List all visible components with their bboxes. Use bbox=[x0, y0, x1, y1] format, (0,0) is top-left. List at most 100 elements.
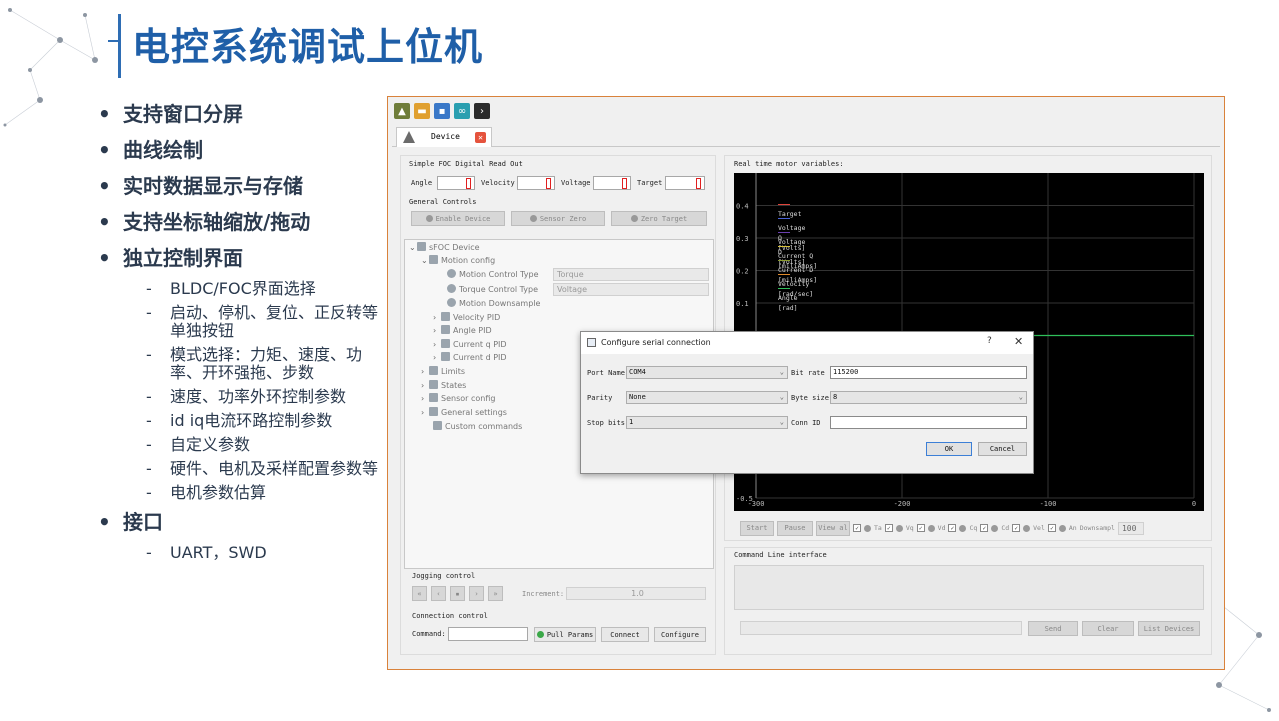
close-icon[interactable]: ✕ bbox=[475, 132, 486, 143]
sub-bullet-item: 自定义参数 bbox=[98, 436, 378, 455]
jog-back-icon[interactable]: ‹ bbox=[431, 586, 446, 601]
motion-control-select[interactable]: Torque bbox=[553, 268, 709, 281]
series-dot bbox=[895, 524, 903, 532]
device-icon bbox=[403, 131, 415, 143]
tab-device[interactable]: Device ✕ bbox=[396, 127, 492, 147]
send-button[interactable]: Send bbox=[1028, 621, 1078, 636]
parity-select[interactable]: None ⌄ bbox=[626, 391, 788, 404]
sub-bullet-item: 电机参数估算 bbox=[98, 484, 378, 503]
y-tick-label: 0.4 bbox=[736, 203, 749, 211]
target-label: Target bbox=[637, 179, 663, 187]
sub-bullet-item: 硬件、电机及采样配置参数等 bbox=[98, 460, 378, 479]
readout-title: Simple FOC Digital Read Out bbox=[409, 160, 523, 168]
help-icon[interactable]: ? bbox=[987, 336, 992, 346]
command-input[interactable] bbox=[448, 627, 528, 641]
jog-fast-forward-icon[interactable]: » bbox=[488, 586, 503, 601]
pull-params-button[interactable]: Pull Params bbox=[534, 627, 596, 642]
window-icon bbox=[587, 338, 596, 347]
clear-button[interactable]: Clear bbox=[1082, 621, 1134, 636]
downsample-label: Downsampl bbox=[1079, 524, 1115, 532]
arduino-icon[interactable]: ∞ bbox=[454, 103, 470, 119]
legend-swatch bbox=[778, 245, 790, 247]
connid-label: Conn ID bbox=[791, 419, 821, 427]
torque-control-select[interactable]: Voltage bbox=[553, 283, 709, 296]
connect-button[interactable]: Connect bbox=[601, 627, 649, 642]
tree-root[interactable]: ⌄ sFOC Device bbox=[409, 242, 480, 254]
checkbox[interactable]: ✓ bbox=[1012, 524, 1021, 532]
power-icon bbox=[425, 215, 433, 222]
sub-bullet-item: UART，SWD bbox=[98, 544, 378, 563]
chevron-down-icon: ⌄ bbox=[779, 418, 784, 426]
add-device-icon[interactable]: ▲ bbox=[394, 103, 410, 119]
y-tick-label: -0.5 bbox=[736, 495, 753, 503]
jog-fast-back-icon[interactable]: « bbox=[412, 586, 427, 601]
cli-title: Command Line interface bbox=[734, 551, 827, 559]
bytesize-select[interactable]: 8 ⌄ bbox=[830, 391, 1027, 404]
legend-item: Angle [rad] bbox=[778, 283, 798, 312]
tree-motion-downsample: Motion Downsample bbox=[447, 298, 540, 310]
increment-input[interactable]: 1.0 bbox=[566, 587, 706, 600]
jog-forward-icon[interactable]: › bbox=[469, 586, 484, 601]
tree-sensor-config[interactable]: › Sensor config bbox=[421, 393, 495, 405]
tree-custom-commands[interactable]: Custom commands bbox=[433, 421, 522, 433]
cli-input[interactable] bbox=[740, 621, 1022, 635]
stopbits-select[interactable]: 1 ⌄ bbox=[626, 416, 788, 429]
jog-buttons: « ‹ ▪ › » bbox=[412, 586, 503, 601]
checkbox[interactable]: ✓ bbox=[853, 524, 861, 532]
general-controls-title: General Controls bbox=[409, 198, 477, 206]
checkbox[interactable]: ✓ bbox=[1047, 524, 1056, 532]
legend-item: Voltage Q [Volts] bbox=[778, 213, 805, 252]
tree-motion-config[interactable]: ⌄ Motion config bbox=[421, 255, 495, 267]
tree-states[interactable]: › States bbox=[421, 380, 466, 392]
folder-icon bbox=[433, 421, 442, 430]
legend-swatch bbox=[778, 203, 790, 205]
save-icon[interactable]: ▪ bbox=[434, 103, 450, 119]
tree-current-q-pid[interactable]: › Current q PID bbox=[433, 339, 507, 351]
gear-icon bbox=[447, 284, 456, 293]
velocity-label: Velocity bbox=[481, 179, 515, 187]
chevron-down-icon: ⌄ bbox=[1018, 393, 1023, 401]
start-button[interactable]: Start bbox=[740, 520, 774, 536]
downsample-input[interactable]: 100 bbox=[1117, 521, 1144, 535]
tree-limits[interactable]: › Limits bbox=[421, 366, 465, 378]
cancel-button[interactable]: Cancel bbox=[978, 442, 1027, 456]
port-select[interactable]: COM4 ⌄ bbox=[626, 366, 788, 379]
legend-item: Velocity [rad/sec] bbox=[778, 269, 813, 298]
zero-target-button[interactable]: Zero Target bbox=[611, 211, 707, 226]
open-folder-icon[interactable]: ▬ bbox=[414, 103, 430, 119]
angle-label: Angle bbox=[411, 179, 433, 187]
plot-title: Real time motor variables: bbox=[734, 160, 844, 168]
legend-item: Voltage D [Volts] bbox=[778, 227, 805, 266]
serial-config-dialog: Configure serial connection ? ✕ Port Nam… bbox=[580, 331, 1034, 474]
checkbox[interactable]: ✓ bbox=[884, 524, 893, 532]
enable-device-button[interactable]: Enable Device bbox=[411, 211, 505, 226]
sensor-zero-button[interactable]: Sensor Zero bbox=[511, 211, 605, 226]
config-icon bbox=[441, 325, 450, 334]
tree-general-settings[interactable]: › General settings bbox=[421, 407, 507, 419]
tree-current-d-pid[interactable]: › Current d PID bbox=[433, 352, 507, 364]
close-icon[interactable]: ✕ bbox=[1014, 335, 1023, 348]
checkbox[interactable]: ✓ bbox=[980, 524, 989, 532]
voltage-readout bbox=[593, 176, 631, 190]
bitrate-input[interactable]: 115200 bbox=[830, 366, 1027, 379]
view-all-button[interactable]: View al bbox=[816, 520, 850, 536]
gear-icon bbox=[447, 298, 456, 307]
connid-input[interactable] bbox=[830, 416, 1027, 429]
checkbox[interactable]: ✓ bbox=[916, 524, 925, 532]
bullet-item: 实时数据显示与存储 bbox=[98, 172, 378, 208]
ok-button[interactable]: OK bbox=[926, 442, 972, 456]
tree-angle-pid[interactable]: › Angle PID bbox=[433, 325, 492, 337]
chart-icon bbox=[429, 366, 438, 375]
pause-button[interactable]: Pause bbox=[777, 520, 813, 536]
console-icon[interactable]: › bbox=[474, 103, 490, 119]
wrench-icon bbox=[429, 407, 438, 416]
checkbox[interactable]: ✓ bbox=[948, 524, 957, 532]
config-icon bbox=[429, 255, 438, 264]
jog-stop-icon[interactable]: ▪ bbox=[450, 586, 465, 601]
tree-torque-control-type: Torque Control Type bbox=[447, 284, 538, 296]
title-accent-tick bbox=[108, 40, 120, 42]
list-devices-button[interactable]: List Devices bbox=[1138, 621, 1200, 636]
configure-button[interactable]: Configure bbox=[654, 627, 706, 642]
y-tick-label: 0.2 bbox=[736, 268, 749, 276]
tree-velocity-pid[interactable]: › Velocity PID bbox=[433, 312, 500, 324]
